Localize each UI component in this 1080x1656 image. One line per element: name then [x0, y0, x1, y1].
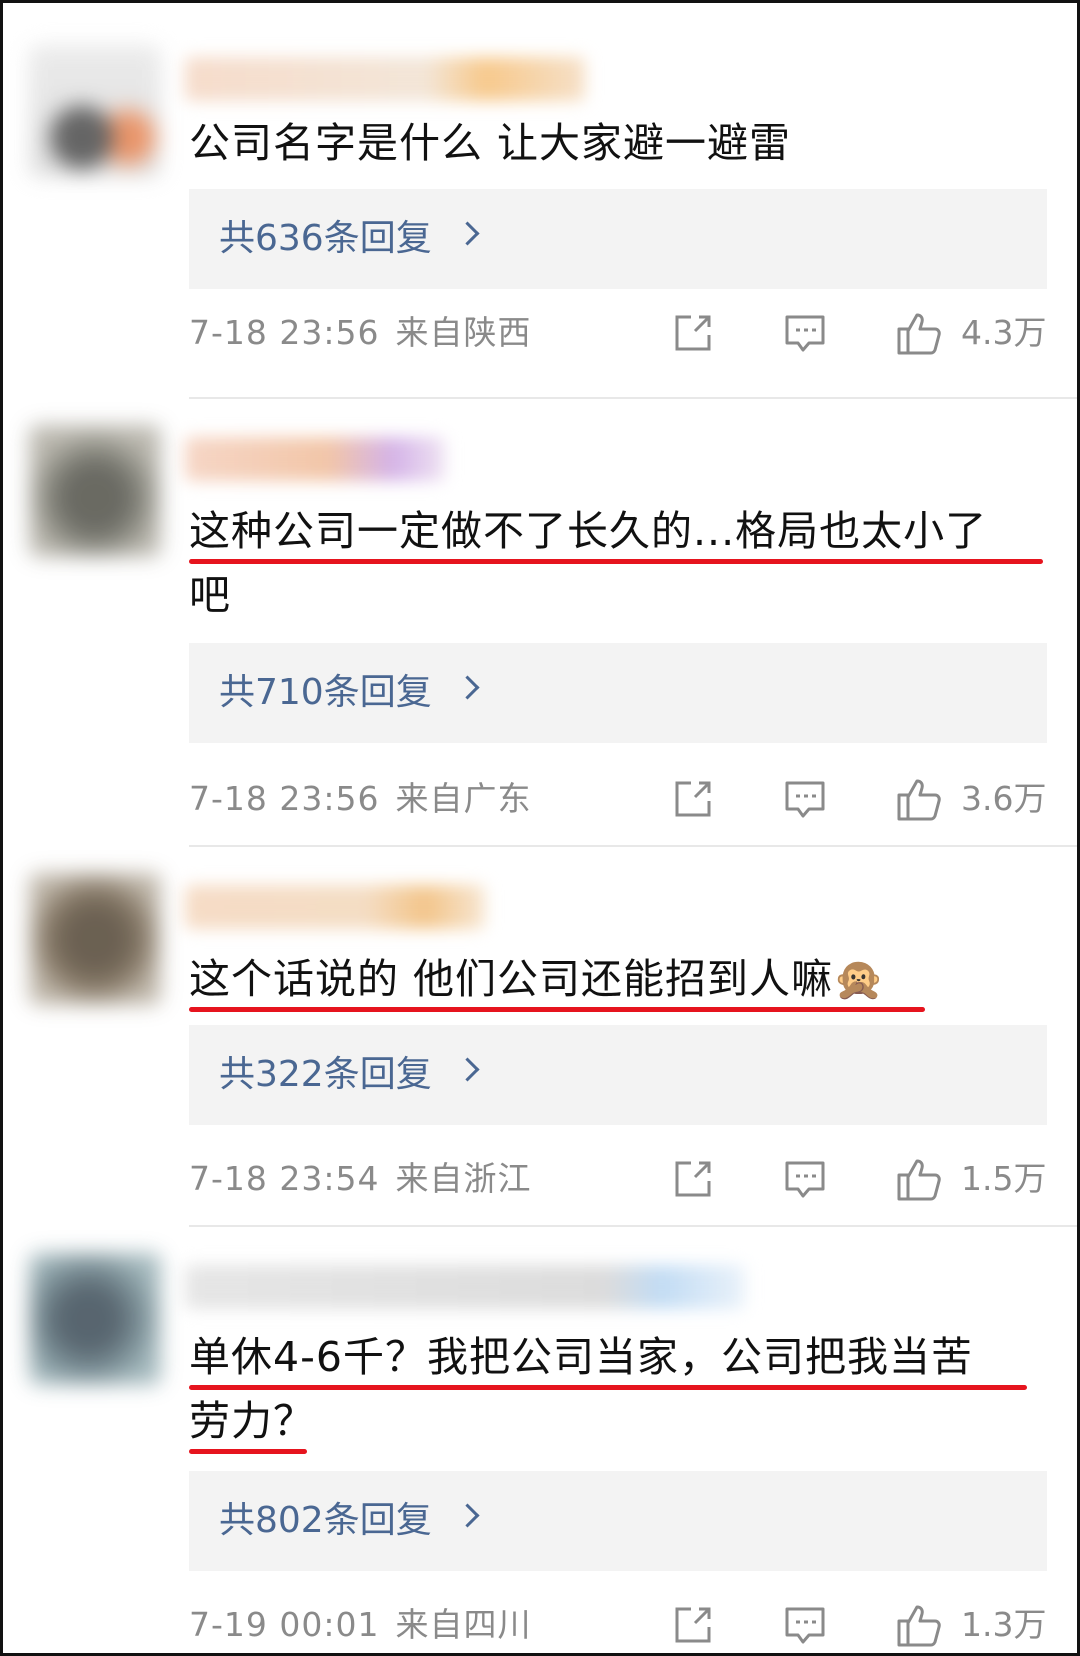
share-icon[interactable]	[671, 311, 715, 355]
replies-link[interactable]: 共636条回复	[189, 189, 1047, 289]
like-count: 3.6万	[961, 779, 1047, 818]
avatar[interactable]	[29, 425, 161, 557]
avatar[interactable]	[29, 1253, 161, 1385]
comment-icon[interactable]	[783, 1157, 827, 1201]
timestamp: 7-18 23:54	[189, 1159, 380, 1198]
comment-icon[interactable]	[783, 1603, 827, 1647]
comment-list: 公司名字是什么 让大家避一避雷 共636条回复 7-18 23:56 来自陕西 4…	[0, 0, 1080, 1656]
like-count: 1.3万	[961, 1605, 1047, 1644]
replies-count: 共322条回复	[219, 1054, 432, 1095]
replies-link[interactable]: 共802条回复	[189, 1471, 1047, 1571]
like-count: 4.3万	[961, 313, 1047, 352]
timestamp: 7-18 23:56	[189, 779, 380, 818]
divider	[189, 1225, 1077, 1227]
divider	[189, 845, 1077, 847]
location: 来自广东	[395, 779, 532, 818]
chevron-right-icon	[455, 1503, 480, 1528]
replies-count: 共802条回复	[219, 1500, 432, 1541]
comment-meta: 7-18 23:56 来自陕西	[189, 311, 532, 355]
location: 来自四川	[395, 1605, 532, 1644]
chevron-right-icon	[455, 1057, 480, 1082]
thumbs-up-icon[interactable]	[895, 1601, 943, 1649]
avatar[interactable]	[29, 45, 161, 177]
comment-text-cont: 吧	[189, 571, 231, 619]
thumbs-up-icon[interactable]	[895, 309, 943, 357]
underline-mark	[189, 1449, 307, 1454]
replies-link[interactable]: 共710条回复	[189, 643, 1047, 743]
comment-meta: 7-18 23:54 来自浙江	[189, 1157, 532, 1201]
comment-text: 公司名字是什么 让大家避一避雷	[189, 119, 792, 167]
username-blurred[interactable]	[185, 1265, 745, 1309]
chevron-right-icon	[455, 675, 480, 700]
avatar[interactable]	[29, 873, 161, 1005]
share-icon[interactable]	[671, 1157, 715, 1201]
share-icon[interactable]	[671, 777, 715, 821]
comment-text: 单休4-6千？我把公司当家，公司把我当苦	[189, 1333, 973, 1381]
timestamp: 7-19 00:01	[189, 1605, 380, 1644]
chevron-right-icon	[455, 221, 480, 246]
comment-text-cont: 劳力？	[189, 1397, 315, 1445]
replies-count: 共710条回复	[219, 672, 432, 713]
location: 来自浙江	[395, 1159, 532, 1198]
comment-meta: 7-19 00:01 来自四川	[189, 1603, 532, 1647]
location: 来自陕西	[395, 313, 532, 352]
comment-icon[interactable]	[783, 311, 827, 355]
divider	[189, 397, 1077, 399]
underline-mark	[189, 1007, 925, 1012]
replies-link[interactable]: 共322条回复	[189, 1025, 1047, 1125]
timestamp: 7-18 23:56	[189, 313, 380, 352]
thumbs-up-icon[interactable]	[895, 1155, 943, 1203]
comment-text: 这种公司一定做不了长久的...格局也太小了	[189, 507, 988, 555]
comment-icon[interactable]	[783, 777, 827, 821]
like-count: 1.5万	[961, 1159, 1047, 1198]
username-blurred[interactable]	[185, 57, 585, 101]
share-icon[interactable]	[671, 1603, 715, 1647]
username-blurred[interactable]	[185, 437, 445, 481]
thumbs-up-icon[interactable]	[895, 775, 943, 823]
replies-count: 共636条回复	[219, 218, 432, 259]
comment-text: 这个话说的 他们公司还能招到人嘛🙊	[189, 955, 886, 1003]
username-blurred[interactable]	[185, 885, 485, 929]
comment-meta: 7-18 23:56 来自广东	[189, 777, 532, 821]
